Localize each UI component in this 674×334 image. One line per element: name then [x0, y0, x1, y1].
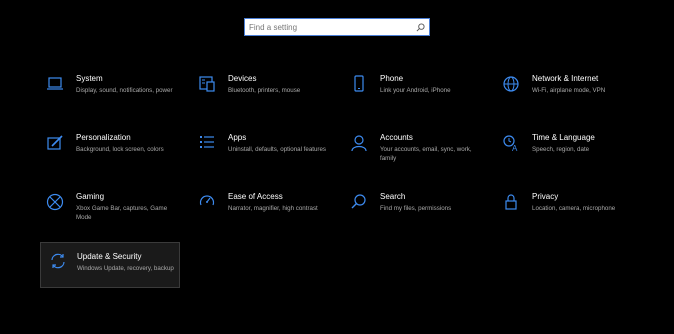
tile-description: Windows Update, recovery, backup: [77, 265, 174, 272]
tile-apps[interactable]: Apps Uninstall, defaults, optional featu…: [192, 133, 342, 179]
tile-description: Your accounts, email, sync, work, family: [380, 146, 472, 162]
tile-description: Uninstall, defaults, optional features: [228, 146, 327, 153]
tile-description: Background, lock screen, colors: [76, 146, 164, 153]
tile-description: Find my files, permissions: [380, 205, 452, 212]
tile-description: Xbox Game Bar, captures, Game Mode: [76, 205, 168, 221]
search-input[interactable]: [249, 20, 415, 34]
tile-update-security[interactable]: Update & Security Windows Update, recove…: [40, 242, 180, 288]
tile-title: Personalization: [76, 133, 131, 142]
tile-title: Time & Language: [532, 133, 595, 142]
time-language-icon: A: [502, 134, 520, 152]
tile-personalization[interactable]: Personalization Background, lock screen,…: [40, 133, 190, 179]
tile-privacy[interactable]: Privacy Location, camera, microphone: [496, 192, 646, 238]
tile-description: Wi-Fi, airplane mode, VPN: [532, 87, 606, 94]
tile-system[interactable]: System Display, sound, notifications, po…: [40, 74, 190, 120]
tile-title: Phone: [380, 74, 404, 83]
tile-description: Location, camera, microphone: [532, 205, 616, 212]
tile-title: Gaming: [76, 192, 105, 201]
globe-icon: [502, 75, 520, 93]
tile-title: Accounts: [380, 133, 413, 142]
search-icon[interactable]: [415, 22, 425, 32]
tile-description: Speech, region, date: [532, 146, 590, 153]
tile-description: Link your Android, iPhone: [380, 87, 451, 94]
tile-devices[interactable]: Devices Bluetooth, printers, mouse: [192, 74, 342, 120]
tile-title: Search: [380, 192, 406, 201]
ease-of-access-icon: [198, 193, 216, 211]
keyboard-devices-icon: [198, 75, 216, 93]
lock-icon: [502, 193, 520, 211]
sync-arrows-icon: [49, 252, 67, 270]
paintbrush-icon: [46, 134, 64, 152]
tile-description: Display, sound, notifications, power: [76, 87, 173, 94]
svg-text:A: A: [512, 144, 518, 152]
tile-title: System: [76, 74, 103, 83]
tile-phone[interactable]: Phone Link your Android, iPhone: [344, 74, 494, 120]
xbox-icon: [46, 193, 64, 211]
tile-title: Update & Security: [77, 252, 142, 261]
tile-title: Network & Internet: [532, 74, 599, 83]
laptop-icon: [46, 75, 64, 93]
tile-title: Ease of Access: [228, 192, 283, 201]
tile-search[interactable]: Search Find my files, permissions: [344, 192, 494, 238]
search-icon: [350, 193, 368, 211]
person-icon: [350, 134, 368, 152]
tile-title: Devices: [228, 74, 257, 83]
search-box[interactable]: [244, 18, 430, 36]
tile-description: Bluetooth, printers, mouse: [228, 87, 301, 94]
tile-gaming[interactable]: Gaming Xbox Game Bar, captures, Game Mod…: [40, 192, 190, 238]
tile-time-language[interactable]: A Time & Language Speech, region, date: [496, 133, 646, 179]
tile-title: Privacy: [532, 192, 559, 201]
tile-accounts[interactable]: Accounts Your accounts, email, sync, wor…: [344, 133, 494, 179]
phone-icon: [350, 75, 368, 93]
tile-description: Narrator, magnifier, high contrast: [228, 205, 318, 212]
tile-title: Apps: [228, 133, 247, 142]
tile-ease-of-access[interactable]: Ease of Access Narrator, magnifier, high…: [192, 192, 342, 238]
tile-network[interactable]: Network & Internet Wi-Fi, airplane mode,…: [496, 74, 646, 120]
apps-list-icon: [198, 134, 216, 152]
